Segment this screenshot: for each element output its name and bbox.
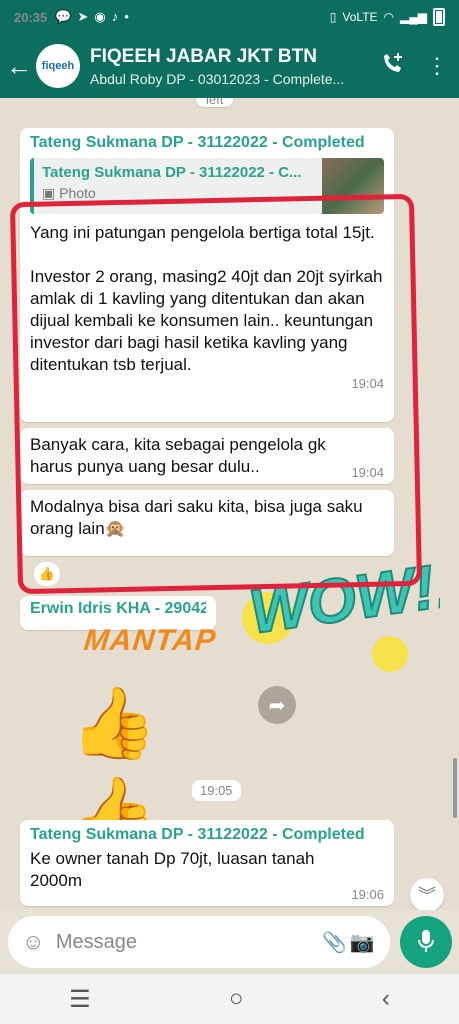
wow-sticker: WOW!! [242,549,440,672]
message-text: Banyak cara, kita sebagai pengelola gk h… [30,435,326,476]
message-time: 19:06 [351,887,384,902]
message-text: Ke owner tanah Dp 70jt, luasan tanah 200… [30,849,315,890]
microphone-button[interactable] [400,916,452,968]
microphone-icon [418,930,434,952]
whatsapp-icon: ◉ [94,9,106,24]
sender-name: Tateng Sukmana DP - 31122022 - Completed [30,826,365,843]
nav-back-icon[interactable]: ‹ [382,985,390,1013]
quoted-type: Photo [59,185,96,201]
system-icons: ▯ VoLTE ◠ ▂▄▆ [330,8,445,26]
group-title: FIQEEH JABAR JKT BTN [90,45,317,67]
message-composer: ☺ 📎 📷 [0,910,459,974]
wow-text: WOW!! [245,550,440,647]
system-nav-bar: ☰ ○ ‹ [0,974,459,1024]
attach-icon[interactable]: 📎 [321,930,349,955]
message-fragment: left [196,98,234,107]
status-time: 20:35 [14,9,48,25]
scroll-down-icon[interactable]: ︾ [410,878,444,910]
recent-apps-icon[interactable]: ☰ [69,985,91,1014]
sticker-time: 19:05 [192,780,241,801]
message-bubble-2[interactable]: Banyak cara, kita sebagai pengelola gk h… [20,428,394,484]
sticker-yellow-circle-2 [372,636,408,672]
message-bubble-1[interactable]: Tateng Sukmana DP - 31122022 - Completed… [20,128,394,422]
sender-name: Erwin Idris KHA - 290420 [30,600,206,617]
status-bar: 20:35 💬 ➤ ◉ ♪ • ▯ VoLTE ◠ ▂▄▆ [0,0,459,34]
notification-icons: 💬 ➤ ◉ ♪ • [55,9,129,25]
message-input[interactable] [55,930,321,954]
chat-icon: 💬 [55,9,72,24]
more-options-icon[interactable]: ⋮ [415,53,459,79]
sender-name: Tateng Sukmana DP - 31122022 - Completed [30,134,365,151]
home-icon[interactable]: ○ [229,985,244,1013]
mantap-sticker[interactable]: MANTAP 👍👍 [56,618,218,852]
chat-area[interactable]: left Tateng Sukmana DP - 31122022 - Comp… [0,98,459,910]
vibrate-icon: ▯ [329,10,337,24]
add-call-icon[interactable] [371,51,415,81]
telegram-icon: ➤ [77,9,89,24]
thumbs-up-icon: 👍👍 [70,684,158,852]
battery-icon [433,8,445,26]
reaction-badge[interactable]: 👍 [34,562,60,586]
tiktok-icon: ♪ [111,9,119,24]
scrollbar-thumb[interactable] [453,758,457,818]
quoted-message[interactable]: Tateng Sukmana DP - 31122022 - C... ▣ Ph… [30,158,384,214]
chat-header: ← fiqeeh FIQEEH JABAR JKT BTN Abdul Roby… [0,34,459,98]
message-time: 19:04 [351,376,384,391]
group-avatar[interactable]: fiqeeh [36,44,80,88]
signal-icon: ▂▄▆ [400,10,427,24]
wifi-icon: ◠ [383,10,395,24]
back-arrow-icon[interactable]: ← [2,51,36,82]
header-titles[interactable]: FIQEEH JABAR JKT BTN Abdul Roby DP - 030… [90,46,371,87]
forward-icon[interactable]: ➦ [258,686,296,724]
volte-label: VoLTE [342,10,378,24]
more-notifications-icon: • [124,9,129,24]
message-input-container: ☺ 📎 📷 [8,916,390,968]
message-time: 19:04 [351,465,384,480]
quoted-photo-thumbnail [322,158,384,214]
group-subtitle: Abdul Roby DP - 03012023 - Complete... [90,70,345,87]
mantap-text: MANTAP [82,624,218,657]
message-text: Yang ini patungan pengelola bertiga tota… [30,223,383,374]
message-bubble-5[interactable]: Tateng Sukmana DP - 31122022 - Completed… [20,820,394,906]
camera-icon[interactable]: 📷 [348,930,376,955]
emoji-icon[interactable]: ☺ [22,929,48,955]
